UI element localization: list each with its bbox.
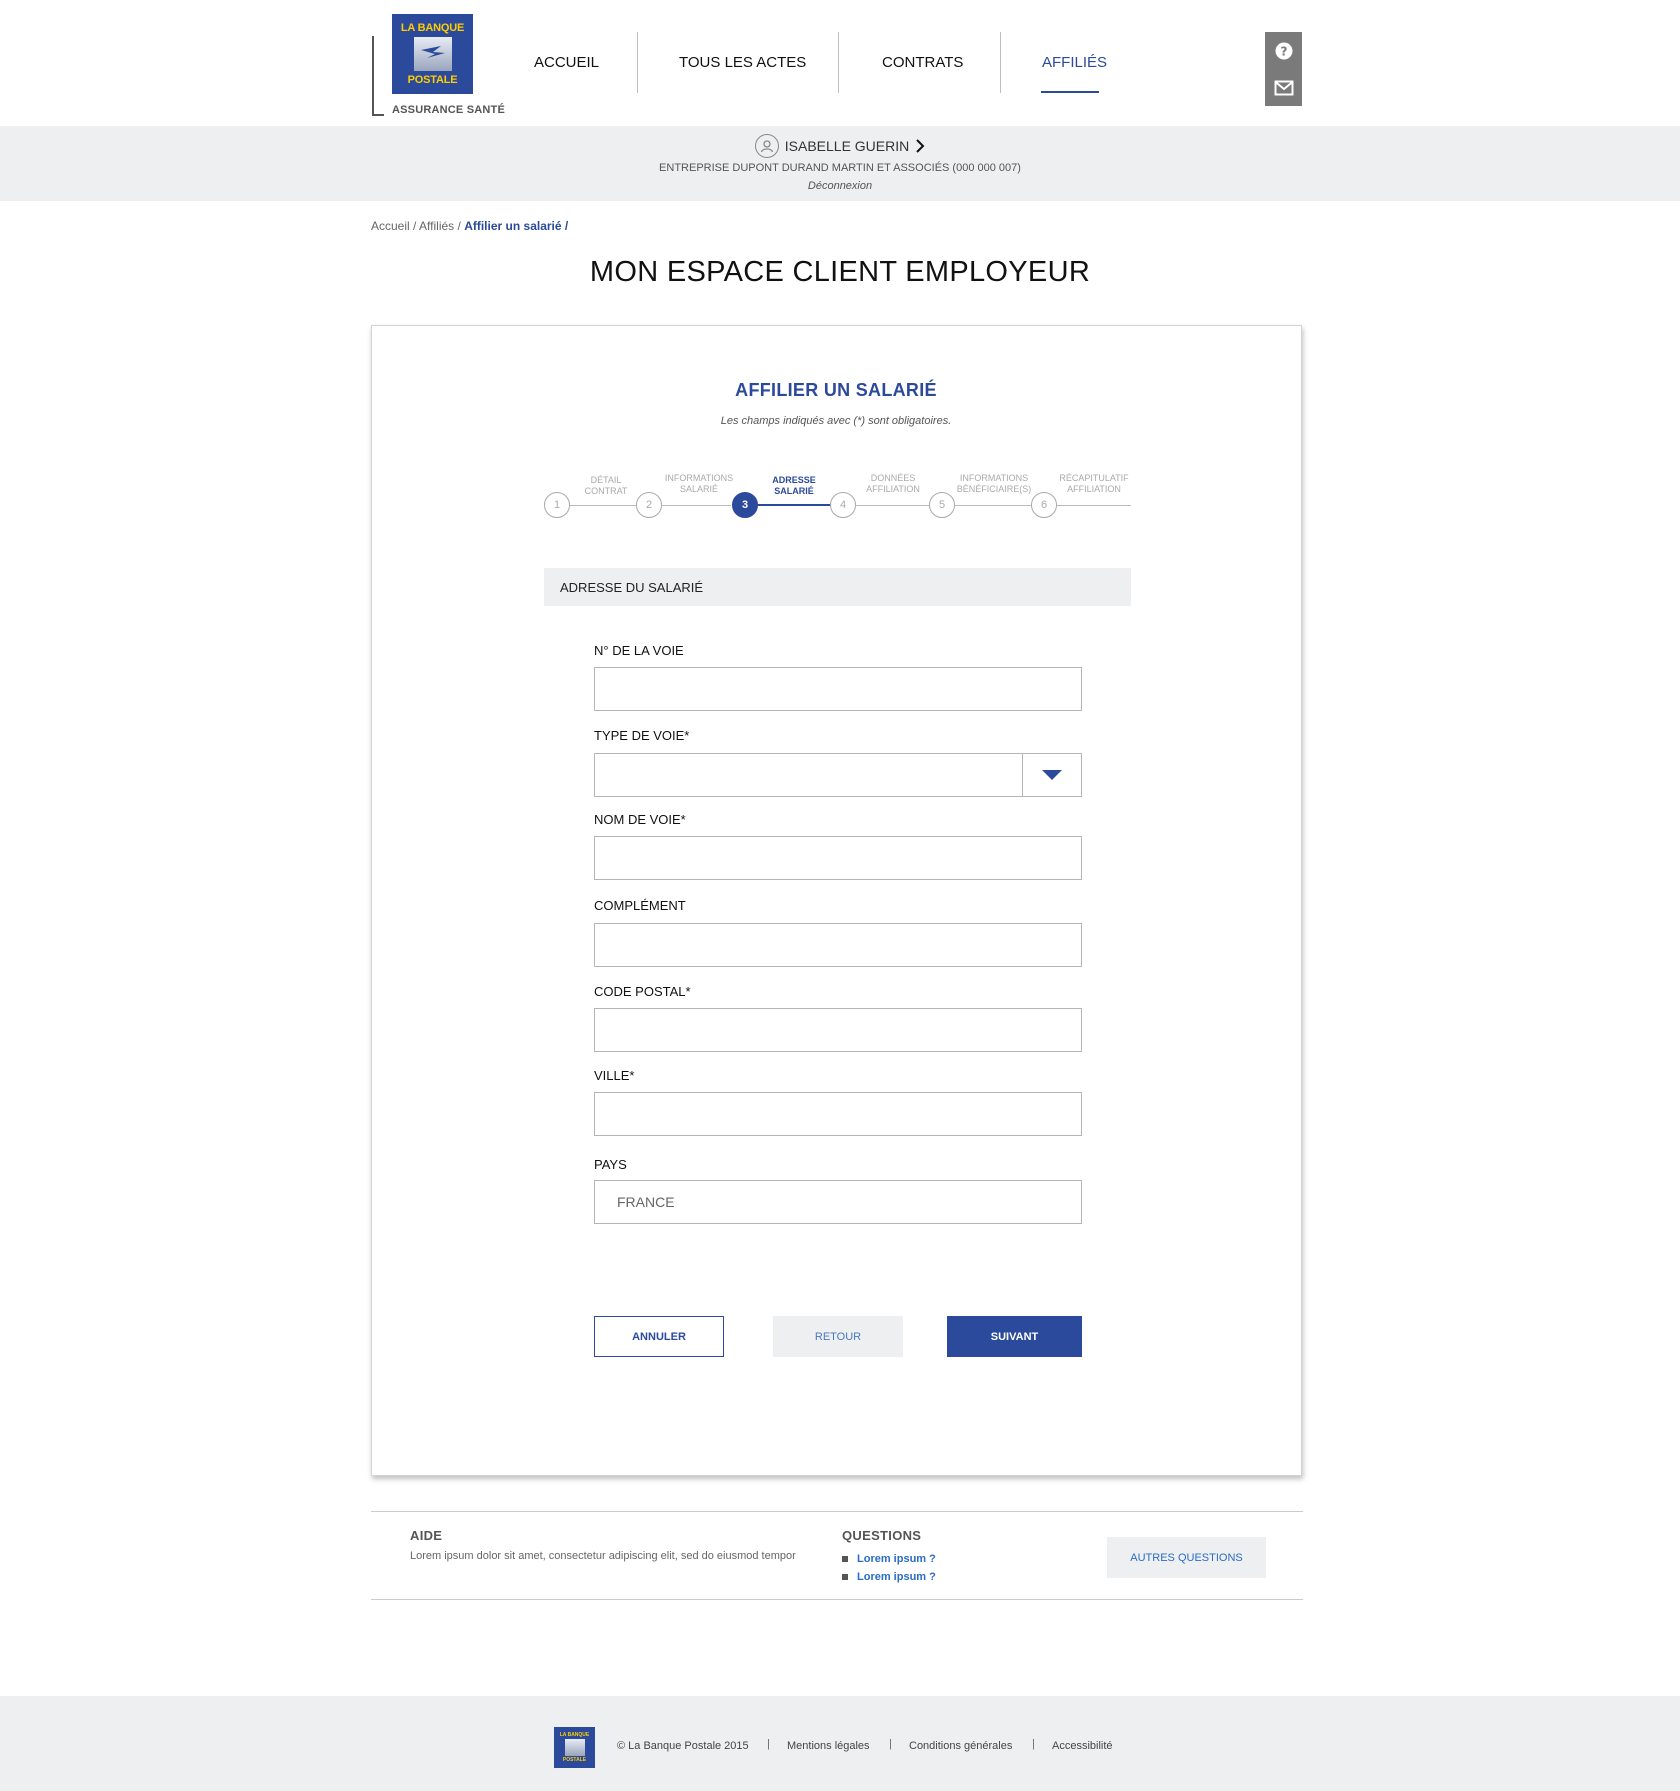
logo-text-bottom: POSTALE	[407, 74, 458, 86]
contact-button[interactable]	[1265, 69, 1302, 106]
code-postal-input[interactable]	[594, 1008, 1082, 1052]
logo-subtitle: ASSURANCE SANTÉ	[392, 104, 506, 116]
pays-input[interactable]: FRANCE	[594, 1180, 1082, 1224]
logo-text-top: LA BANQUE	[400, 22, 465, 34]
footer-accessibilite[interactable]: Accessibilité	[1052, 1740, 1113, 1752]
back-button[interactable]: RETOUR	[773, 1316, 903, 1357]
nav-active-indicator	[1041, 91, 1099, 93]
footer-separator: |	[767, 1738, 770, 1750]
breadcrumb-separator: /	[454, 219, 465, 233]
triangle-down-icon	[1042, 770, 1062, 780]
footer-mentions-legales[interactable]: Mentions légales	[787, 1740, 870, 1752]
mail-icon	[1274, 80, 1293, 95]
nom-voie-input[interactable]	[594, 836, 1082, 880]
footer-logo[interactable]: LA BANQUE POSTALE	[554, 1727, 595, 1768]
type-voie-select[interactable]	[594, 753, 1023, 797]
nav-tous-les-actes[interactable]: TOUS LES ACTES	[679, 54, 806, 71]
help-button[interactable]: ?	[1265, 32, 1302, 69]
cancel-button[interactable]: ANNULER	[594, 1316, 724, 1357]
type-voie-dropdown-button[interactable]	[1022, 753, 1082, 797]
aide-text: Lorem ipsum dolor sit amet, consectetur …	[410, 1550, 796, 1562]
footer-conditions-generales[interactable]: Conditions générales	[909, 1740, 1012, 1752]
code-postal-label: CODE POSTAL*	[594, 984, 691, 999]
step-5[interactable]: 5	[929, 492, 955, 518]
bullet-square-icon	[842, 1574, 848, 1580]
nom-voie-label: NOM DE VOIE*	[594, 812, 686, 827]
brand-logo[interactable]: LA BANQUE POSTALE	[392, 14, 473, 94]
questions-title: QUESTIONS	[842, 1528, 922, 1543]
question-link[interactable]: Lorem ipsum ?	[842, 1571, 936, 1583]
step-2[interactable]: 2	[636, 492, 662, 518]
footer-copyright: © La Banque Postale 2015	[617, 1740, 749, 1752]
user-name: ISABELLE GUERIN	[784, 138, 910, 154]
user-profile-link[interactable]: ISABELLE GUERIN	[0, 134, 1680, 158]
nav-accueil[interactable]: ACCUEIL	[534, 54, 599, 71]
numero-voie-label: N° DE LA VOIE	[594, 643, 684, 658]
ville-label: VILLE*	[594, 1068, 635, 1083]
numero-voie-input[interactable]	[594, 667, 1082, 711]
required-fields-note: Les champs indiqués avec (*) sont obliga…	[720, 415, 952, 427]
nav-divider	[838, 32, 839, 93]
section-header: ADRESSE DU SALARIÉ	[544, 568, 1131, 606]
page-title: MON ESPACE CLIENT EMPLOYEUR	[589, 256, 1091, 288]
step-4[interactable]: 4	[830, 492, 856, 518]
step-1[interactable]: 1	[544, 492, 570, 518]
step-label-1: DÉTAIL CONTRAT	[584, 475, 628, 496]
help-divider-top	[371, 1511, 1303, 1512]
complement-input[interactable]	[594, 923, 1082, 967]
ville-input[interactable]	[594, 1092, 1082, 1136]
complement-label: COMPLÉMENT	[594, 898, 686, 913]
svg-text:?: ?	[1280, 44, 1287, 58]
pays-label: PAYS	[594, 1157, 627, 1172]
stepper-line-active	[746, 504, 831, 506]
footer-separator: |	[1032, 1738, 1035, 1750]
nav-divider	[637, 32, 638, 93]
footer-separator: |	[889, 1738, 892, 1750]
breadcrumb-home[interactable]: Accueil	[371, 219, 410, 233]
step-label-5: INFORMATIONS BÉNÉFICIAIRE(S)	[956, 473, 1032, 494]
logo-frame-line	[372, 36, 374, 115]
step-6[interactable]: 6	[1031, 492, 1057, 518]
bullet-square-icon	[842, 1556, 848, 1562]
help-divider-bottom	[371, 1599, 1303, 1600]
breadcrumb-separator: /	[409, 219, 420, 233]
nav-contrats[interactable]: CONTRATS	[882, 54, 963, 71]
question-link[interactable]: Lorem ipsum ?	[842, 1553, 936, 1565]
bird-emblem-icon	[413, 37, 452, 71]
type-voie-label: TYPE DE VOIE*	[594, 728, 690, 743]
aide-title: AIDE	[410, 1528, 443, 1543]
nav-divider	[1000, 32, 1001, 93]
breadcrumb: Accueil / Affiliés / Affilier un salarié…	[371, 219, 568, 233]
logo-frame-line	[372, 114, 384, 116]
breadcrumb-affilies[interactable]: Affiliés	[419, 219, 454, 233]
step-label-4: DONNÉES AFFILIATION	[866, 473, 920, 494]
other-questions-button[interactable]: AUTRES QUESTIONS	[1107, 1537, 1266, 1578]
step-3-current[interactable]: 3	[732, 492, 758, 518]
step-label-2: INFORMATIONS SALARIÉ	[664, 473, 734, 494]
next-button[interactable]: SUIVANT	[947, 1316, 1082, 1357]
logout-link[interactable]: Déconnexion	[0, 180, 1680, 192]
chevron-right-icon	[916, 139, 925, 153]
step-label-3: ADRESSE SALARIÉ	[772, 475, 816, 496]
nav-affilies[interactable]: AFFILIÉS	[1042, 54, 1107, 71]
breadcrumb-current: Affilier un salarié /	[464, 219, 569, 233]
form-title: AFFILIER UN SALARIÉ	[735, 380, 937, 400]
stepper-line	[842, 505, 1131, 506]
company-name: ENTREPRISE DUPONT DURAND MARTIN ET ASSOC…	[659, 162, 1021, 174]
bird-emblem-icon	[564, 1739, 585, 1756]
user-avatar-icon	[754, 134, 779, 158]
step-label-6: RÉCAPITULATIF AFFILIATION	[1059, 473, 1129, 494]
question-icon: ?	[1275, 42, 1292, 59]
